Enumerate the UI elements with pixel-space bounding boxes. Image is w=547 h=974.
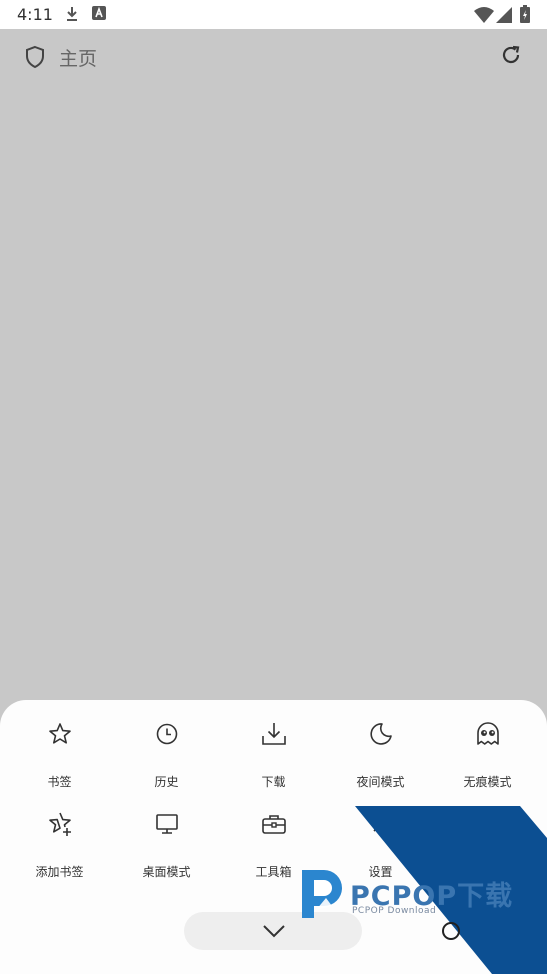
page-title[interactable]: 主页 [59, 44, 97, 71]
menu-item-label: 无痕模式 [463, 775, 512, 789]
signal-icon [496, 7, 512, 23]
font-a-icon [92, 6, 106, 20]
settings-icon [371, 814, 391, 834]
home-nav-circle[interactable] [442, 922, 460, 940]
browser-topbar: 主页 [0, 29, 547, 85]
browser-content[interactable]: 主页 [0, 29, 547, 709]
menu-item-add-bookmark[interactable]: 添加书签 [6, 700, 113, 879]
wifi-icon [474, 7, 494, 23]
toolbox-icon [262, 815, 286, 834]
battery-charging-icon [520, 5, 530, 23]
ghost-icon [477, 722, 499, 745]
menu-item-desktop-mode[interactable]: 桌面模式 [113, 700, 220, 879]
menu-item-settings[interactable]: 设置 [327, 700, 434, 879]
star-add-icon [49, 812, 71, 836]
status-bar: 4:11 [0, 0, 547, 29]
menu-item-label: 桌面模式 [142, 865, 191, 879]
bottom-menu-sheet: 书签 历史 下载 夜间模式 无痕模式 添加书签 桌面模式 工具箱 设置 [0, 700, 547, 974]
menu-item-label: 添加书签 [35, 865, 84, 879]
watermark-logo [302, 870, 342, 918]
shield-icon[interactable] [24, 45, 46, 69]
chevron-down-icon [263, 925, 285, 938]
menu-item-incognito[interactable]: 无痕模式 [434, 700, 541, 789]
monitor-icon [156, 814, 178, 834]
watermark-subtitle: PCPOP Download [352, 906, 437, 916]
status-time: 4:11 [17, 5, 53, 24]
menu-item-toolbox[interactable]: 工具箱 [220, 700, 327, 879]
reload-icon[interactable] [500, 44, 522, 66]
download-icon [67, 7, 77, 21]
